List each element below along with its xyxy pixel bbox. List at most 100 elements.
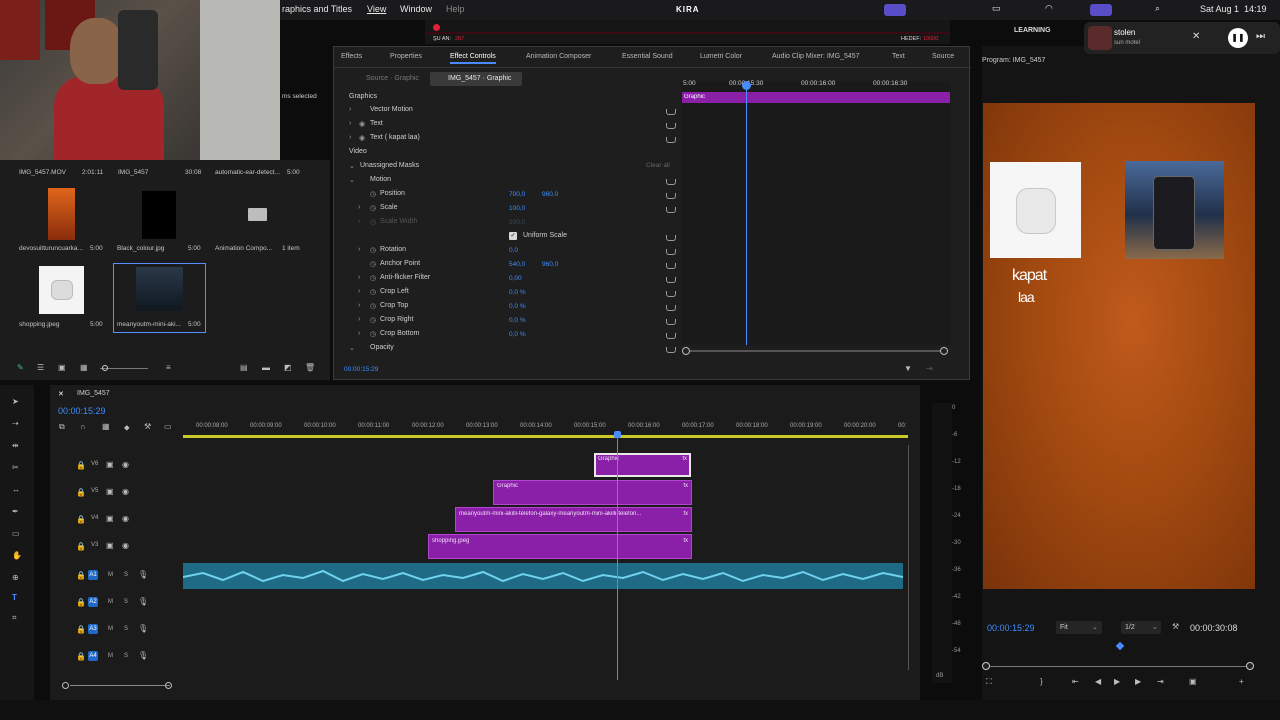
overlay-text-line2[interactable]: laa	[1018, 289, 1035, 305]
reset-icon[interactable]	[666, 137, 676, 143]
reset-icon[interactable]	[666, 277, 676, 283]
wrench-icon[interactable]: ⚒	[1172, 622, 1179, 631]
lock-icon[interactable]: 🔒	[76, 515, 86, 524]
chevron-right-icon[interactable]: ›	[358, 204, 360, 211]
project-item-name[interactable]: meanyoutm-mini-aki...	[117, 321, 181, 328]
keyframe-area[interactable]	[681, 81, 951, 345]
track-label-v4[interactable]: V4	[91, 515, 98, 521]
clear-all-button[interactable]: Clear all	[646, 162, 670, 169]
menu-window[interactable]: Window	[400, 4, 432, 14]
sync-lock-icon[interactable]: ▣	[106, 514, 114, 523]
tab-effects[interactable]: Effects	[341, 53, 362, 60]
reset-icon[interactable]	[666, 109, 676, 115]
program-timecode[interactable]: 00:00:15:29	[987, 623, 1035, 633]
trash-icon[interactable]: 🗑	[305, 363, 315, 372]
sync-lock-icon[interactable]: ▣	[106, 541, 114, 550]
lock-icon[interactable]: 🔒	[76, 598, 86, 607]
mic-icon[interactable]: 🎙	[138, 597, 148, 606]
shopping-thumbnail[interactable]	[39, 266, 84, 314]
eye-icon[interactable]: ◉	[122, 541, 129, 550]
reset-icon[interactable]	[666, 263, 676, 269]
project-item-name[interactable]: Black_colour.jpg	[117, 245, 164, 252]
step-forward-icon[interactable]: ▶	[1135, 677, 1141, 686]
chevron-right-icon[interactable]: ›	[358, 330, 360, 337]
project-item-name[interactable]: IMG_5457	[118, 169, 148, 176]
reset-icon[interactable]	[666, 193, 676, 199]
tab-animation-composer[interactable]: Animation Composer	[526, 53, 591, 60]
mute-button[interactable]: M	[108, 653, 113, 659]
sort-icon[interactable]: ≡	[166, 363, 171, 372]
rectangle-tool-icon[interactable]: ▭	[12, 529, 20, 538]
zoom-slider-handle[interactable]	[102, 365, 108, 371]
eye-icon[interactable]: ◉	[359, 120, 365, 128]
mute-button[interactable]: M	[108, 599, 113, 605]
crop-top-value[interactable]: 0,0 %	[509, 303, 526, 310]
solo-button[interactable]: S	[124, 653, 128, 659]
project-item-name[interactable]: devosuitturuncuarka...	[19, 245, 83, 252]
ec-playhead-handle[interactable]	[742, 81, 751, 90]
anti-flicker-value[interactable]: 0,00	[509, 275, 522, 282]
source-clip-label[interactable]: Source · Graphic	[366, 75, 419, 82]
uniform-scale-checkbox[interactable]: ✓	[509, 232, 517, 240]
tab-essential-sound[interactable]: Essential Sound	[622, 53, 673, 60]
timeline-timecode[interactable]: 00:00:15:29	[58, 406, 106, 416]
track-label-v5[interactable]: V5	[91, 488, 98, 494]
menu-view[interactable]: View	[367, 4, 386, 14]
add-button-icon[interactable]: +	[1239, 677, 1244, 686]
track-label-v3[interactable]: V3	[91, 542, 98, 548]
linked-selection-icon[interactable]: ∩	[80, 422, 86, 431]
lock-icon[interactable]: 🔒	[76, 488, 86, 497]
track-target-a3[interactable]: A3	[88, 624, 98, 634]
eye-icon[interactable]: ◉	[122, 514, 129, 523]
lock-icon[interactable]: 🔒	[76, 571, 86, 580]
reset-icon[interactable]	[666, 347, 676, 353]
marker-icon[interactable]: ⬥	[124, 423, 130, 433]
rotation-value[interactable]: 0,0	[509, 247, 518, 254]
folder-icon[interactable]	[248, 208, 267, 221]
list-view-icon[interactable]: ☰	[37, 363, 44, 372]
go-to-in-icon[interactable]: ⇤	[1072, 677, 1079, 686]
chevron-right-icon[interactable]: ›	[358, 302, 360, 309]
lock-icon[interactable]: 🔒	[76, 461, 86, 470]
program-video-frame[interactable]: kapat laa	[983, 103, 1255, 589]
sync-lock-icon[interactable]: ▣	[106, 460, 114, 469]
eye-icon[interactable]: ◉	[122, 460, 129, 469]
quality-dropdown[interactable]: 1/2 ⌄	[1121, 621, 1161, 634]
status-pill[interactable]	[884, 4, 906, 16]
wifi-icon[interactable]: ◠	[1045, 3, 1053, 14]
new-bin-icon[interactable]: ▬	[262, 363, 270, 372]
project-item-name[interactable]: Animation Compo...	[215, 245, 272, 252]
mic-icon[interactable]: 🎙	[138, 624, 148, 633]
program-title[interactable]: Program: IMG_5457	[982, 57, 1045, 64]
scrubber-left-handle[interactable]	[982, 662, 990, 670]
track-target-a2[interactable]: A2	[88, 597, 98, 607]
close-icon[interactable]: ✕	[58, 390, 64, 398]
clip-graphic-v6[interactable]: Graphic fx	[594, 453, 691, 477]
scale-value[interactable]: 100,0	[509, 205, 525, 212]
crop-right-value[interactable]: 0,0 %	[509, 317, 526, 324]
chevron-right-icon[interactable]: ›	[358, 246, 360, 253]
crop-left-value[interactable]: 0,0 %	[509, 289, 526, 296]
audio-clip-a1[interactable]	[183, 563, 903, 589]
chevron-right-icon[interactable]: ›	[358, 274, 360, 281]
chevron-right-icon[interactable]: ›	[349, 106, 351, 113]
target-clip-dropdown[interactable]: IMG_5457 · Graphic	[430, 72, 522, 86]
reset-icon[interactable]	[666, 333, 676, 339]
stopwatch-icon[interactable]: ◷	[370, 246, 376, 254]
lock-icon[interactable]: 🔒	[76, 625, 86, 634]
reset-icon[interactable]	[666, 249, 676, 255]
pen-tool-icon[interactable]: ✒	[12, 507, 19, 516]
pause-icon[interactable]: ❚❚	[1228, 28, 1248, 48]
stopwatch-icon[interactable]: ◷	[370, 204, 376, 212]
reset-icon[interactable]	[666, 207, 676, 213]
tab-audio-clip-mixer[interactable]: Audio Clip Mixer: IMG_5457	[772, 53, 860, 60]
mute-button[interactable]: M	[108, 572, 113, 578]
project-item-name[interactable]: IMG_5457.MOV	[19, 169, 66, 176]
slip-tool-icon[interactable]: ↔	[12, 485, 20, 494]
icon-view-icon[interactable]: ▣	[58, 363, 66, 372]
reset-icon[interactable]	[666, 291, 676, 297]
type-tool-icon[interactable]: T	[12, 593, 17, 602]
zoom-scroll-left-handle[interactable]	[62, 682, 69, 689]
orange-background-thumbnail[interactable]	[48, 188, 75, 240]
stopwatch-icon[interactable]: ◷	[370, 274, 376, 282]
